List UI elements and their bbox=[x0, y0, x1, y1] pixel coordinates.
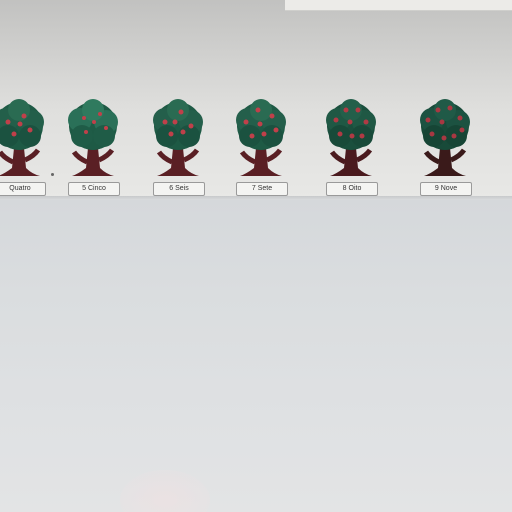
apple-tree-icon bbox=[68, 99, 118, 176]
wall-shadow bbox=[0, 0, 512, 110]
whiteboard bbox=[0, 200, 512, 512]
tree-card-6: 6 Seis bbox=[145, 96, 211, 200]
wall-mark bbox=[51, 173, 54, 176]
tree-label: 5 Cinco bbox=[68, 182, 120, 196]
tree-label: 7 Sete bbox=[236, 182, 288, 196]
tree-card-8: 8 Oito bbox=[318, 96, 384, 200]
photo-scene: Quatro 5 Cinco 6 Seis 7 Sete 8 Oito 9 No… bbox=[0, 0, 512, 512]
apple-tree-icon bbox=[0, 99, 44, 176]
apple-tree-icon bbox=[236, 99, 286, 176]
tree-label: 6 Seis bbox=[153, 182, 205, 196]
window-frame bbox=[285, 0, 512, 11]
tree-label: 9 Nove bbox=[420, 182, 472, 196]
tree-card-5: 5 Cinco bbox=[60, 96, 126, 200]
apple-tree-icon bbox=[326, 99, 376, 176]
tree-card-7: 7 Sete bbox=[228, 96, 294, 200]
apple-tree-icon bbox=[420, 99, 470, 176]
tree-card-9: 9 Nove bbox=[412, 96, 478, 200]
tree-label: Quatro bbox=[0, 182, 46, 196]
tree-card-4: Quatro bbox=[0, 96, 52, 200]
tree-label: 8 Oito bbox=[326, 182, 378, 196]
apple-tree-icon bbox=[153, 99, 203, 176]
